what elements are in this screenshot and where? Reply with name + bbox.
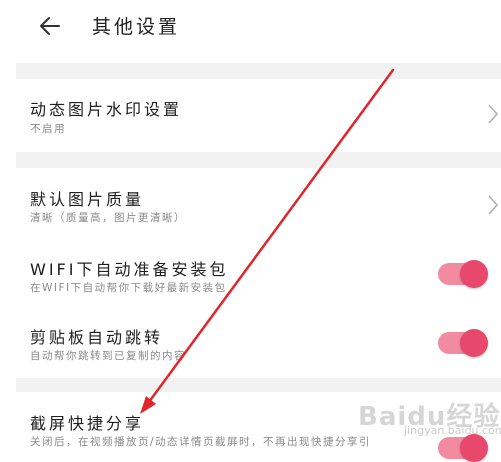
screenshot-share-toggle[interactable]: [438, 434, 488, 462]
wifi-prepare-row: WIFI下自动准备安装包 在WIFI下自动帮你下载好最新安装包: [16, 240, 501, 308]
image-quality-value: 清晰（质量高，图片更清晰）: [30, 212, 186, 224]
clipboard-jump-toggle[interactable]: [438, 329, 488, 357]
image-quality-title: 默认图片质量: [30, 190, 145, 209]
screenshot-share-title: 截屏快捷分享: [30, 414, 145, 433]
clipboard-jump-title: 剪贴板自动跳转: [30, 328, 164, 347]
section-divider: [16, 378, 501, 392]
back-button[interactable]: [32, 8, 68, 44]
clipboard-jump-description: 自动帮你跳转到已复制的内容: [30, 350, 186, 362]
watermark-setting-row[interactable]: 动态图片水印设置 不启用: [16, 79, 501, 152]
image-quality-row[interactable]: 默认图片质量 清晰（质量高，图片更清晰）: [16, 168, 501, 240]
toggle-knob: [460, 260, 488, 288]
section-divider: [16, 63, 501, 79]
wifi-prepare-title: WIFI下自动准备安装包: [30, 260, 229, 279]
baidu-jingyan-watermark-url: jingyan.baidu.com: [404, 424, 501, 437]
wifi-prepare-description: 在WIFI下自动帮你下载好最新安装包: [30, 282, 227, 294]
arrow-left-icon: [40, 17, 60, 35]
toggle-knob: [460, 434, 488, 462]
chevron-right-icon: [488, 104, 499, 124]
watermark-setting-title: 动态图片水印设置: [30, 100, 183, 119]
clipboard-jump-row: 剪贴板自动跳转 自动帮你跳转到已复制的内容: [16, 308, 501, 378]
watermark-setting-value: 不启用: [30, 123, 66, 135]
toggle-knob: [460, 329, 488, 357]
wifi-prepare-toggle[interactable]: [438, 260, 488, 288]
chevron-right-icon: [488, 195, 499, 215]
section-divider: [16, 152, 501, 168]
screenshot-share-description: 关闭后，在视频播放页/动态详情页截屏时，不再出现快捷分享引: [30, 436, 372, 448]
top-bar: 其他设置: [0, 0, 501, 50]
page-title: 其他设置: [92, 16, 181, 38]
